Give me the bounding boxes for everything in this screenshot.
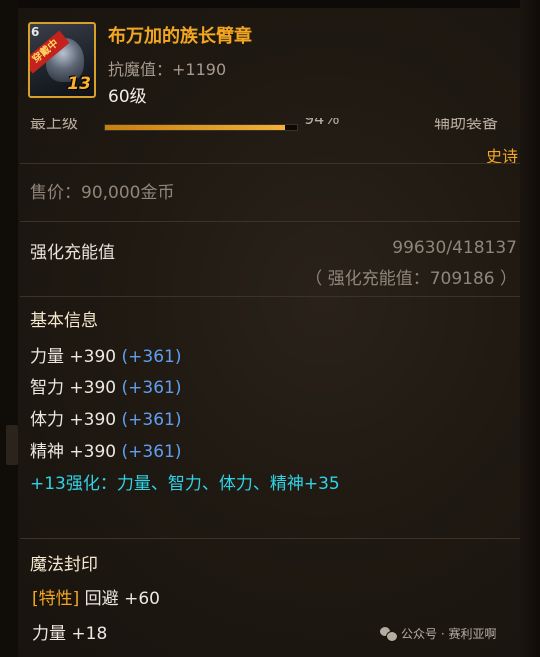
- magic-seal-stat: 力量 +18: [32, 624, 108, 644]
- grade-row: 最上级 94% 辅助装备: [20, 118, 520, 140]
- divider: [20, 538, 520, 539]
- divider: [20, 221, 520, 222]
- energy-total: （ 强化充能值：709186 ）: [305, 269, 517, 289]
- magic-resist-value: 抗魔值：+1190: [108, 60, 227, 79]
- magic-seal-trait: [特性] 回避 +60: [32, 584, 160, 609]
- grade-progress-fill: [105, 125, 286, 130]
- trait-tag: [特性]: [32, 589, 80, 609]
- grade-progress-bar: [104, 124, 298, 131]
- trait-text: 回避 +60: [79, 589, 160, 609]
- right-border: [520, 0, 540, 657]
- stat-label: 智力 +390: [30, 378, 117, 398]
- armband-item-icon[interactable]: 6 穿戴中 13: [28, 22, 96, 98]
- wechat-icon: [380, 626, 398, 642]
- grade-label: 最上级: [30, 118, 79, 132]
- stat-label: 精神 +390: [30, 442, 117, 462]
- stat-strength: 力量 +390 (+361): [30, 342, 181, 367]
- sell-price: 售价：90,000金币: [30, 183, 175, 203]
- stat-label: 力量 +390: [30, 347, 117, 367]
- magic-seal-title: 魔法封印: [30, 555, 98, 575]
- scroll-handle[interactable]: [6, 425, 18, 465]
- stat-label: 体力 +390: [30, 410, 117, 430]
- icon-enhance-level: 13: [67, 74, 91, 94]
- stat-bonus: (+361): [121, 442, 182, 462]
- watermark: 公众号 · 赛利亚啊: [380, 625, 496, 642]
- enhance-bonus: +13强化：力量、智力、体力、精神+35: [30, 474, 340, 494]
- equipment-type: 辅助装备: [433, 118, 498, 132]
- basic-info-title: 基本信息: [30, 311, 98, 331]
- item-tooltip: 6 穿戴中 13 布万加的族长臂章 抗魔值：+1190 60级 最上级 94% …: [0, 0, 540, 657]
- stat-bonus: (+361): [121, 378, 182, 398]
- icon-corner-tag: 6: [31, 25, 40, 39]
- stat-bonus: (+361): [121, 347, 182, 367]
- watermark-text: 公众号 · 赛利亚啊: [401, 627, 497, 641]
- grade-percent: 94%: [304, 118, 340, 128]
- energy-title: 强化充能值: [30, 243, 115, 263]
- left-border: [0, 0, 18, 657]
- divider: [20, 296, 520, 297]
- item-name: 布万加的族长臂章: [108, 26, 252, 47]
- stat-spirit: 精神 +390 (+361): [30, 437, 181, 462]
- stat-bonus: (+361): [121, 410, 182, 430]
- stat-intelligence: 智力 +390 (+361): [30, 373, 181, 398]
- item-level: 60级: [108, 87, 147, 107]
- stat-vitality: 体力 +390 (+361): [30, 405, 181, 430]
- top-border: [0, 0, 540, 8]
- energy-value: 99630/418137: [392, 238, 517, 258]
- item-header: 6 穿戴中 13 布万加的族长臂章 抗魔值：+1190 60级: [20, 8, 520, 120]
- divider: [20, 163, 520, 164]
